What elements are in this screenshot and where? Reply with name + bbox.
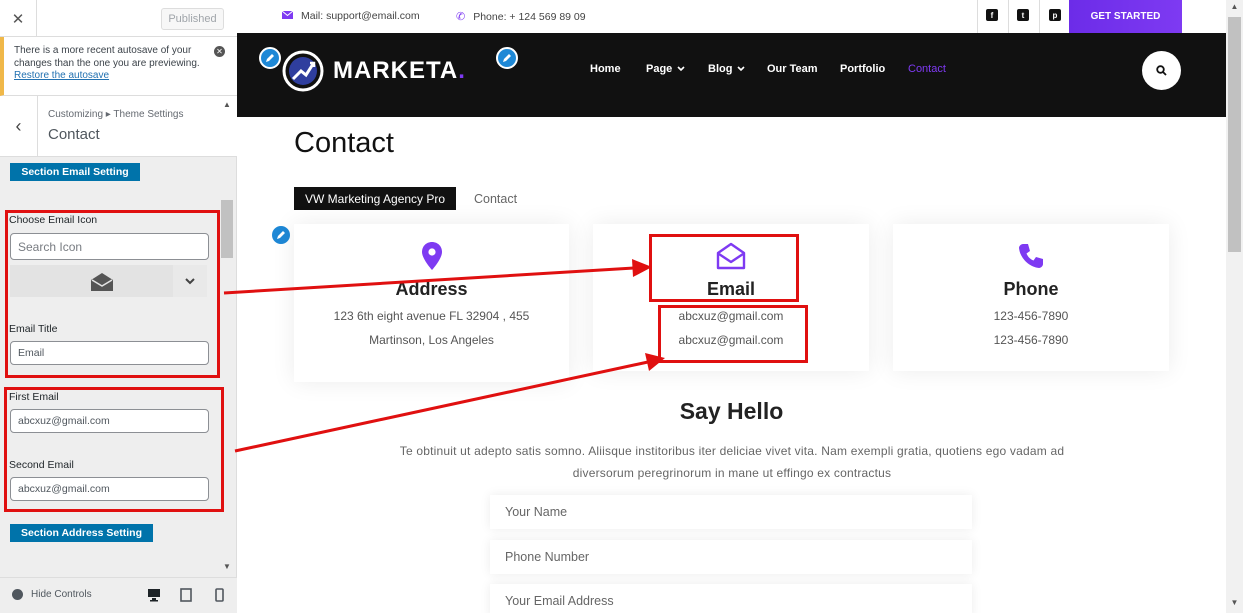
- get-started-button[interactable]: GET STARTED: [1069, 0, 1182, 33]
- breadcrumb-current: Contact: [474, 191, 518, 206]
- twitter-icon[interactable]: t: [1017, 9, 1029, 21]
- nav-page-label: Page: [646, 63, 673, 75]
- search-button[interactable]: [1142, 51, 1181, 90]
- divider: [1008, 0, 1009, 33]
- phone-title: Phone: [1003, 279, 1059, 299]
- site-preview: Mail: support@email.com ✆ Phone: + 124 5…: [237, 0, 1226, 613]
- contact-intro-text: Te obtinuit ut adepto satis somno. Aliis…: [399, 444, 1065, 480]
- page-scrollbar-thumb[interactable]: [1228, 17, 1241, 252]
- nav-home-label: Home: [590, 63, 621, 75]
- highlight-box-emails: [4, 387, 224, 512]
- pinterest-icon[interactable]: p: [1049, 9, 1061, 21]
- nav-our-team-label: Our Team: [767, 63, 818, 75]
- highlight-box-email-title: [649, 234, 799, 302]
- panel-title: Contact: [48, 126, 100, 143]
- facebook-icon[interactable]: f: [986, 9, 998, 21]
- edit-shortcut-icon[interactable]: [259, 47, 281, 69]
- phone-number-field[interactable]: Phone Number: [490, 540, 972, 574]
- breadcrumb: Customizing ▸ Theme Settings: [48, 109, 184, 120]
- collapse-icon: [12, 589, 23, 600]
- section-email-setting-button[interactable]: Section Email Setting: [10, 163, 140, 181]
- autosave-notice: There is a more recent autosave of your …: [0, 37, 237, 96]
- topbar-mail-text: Mail: support@email.com: [301, 10, 420, 22]
- nav-home[interactable]: Home: [590, 63, 621, 75]
- sidebar-footer: Hide Controls: [0, 577, 237, 613]
- topbar: Mail: support@email.com ✆ Phone: + 124 5…: [237, 0, 1226, 33]
- desktop-icon[interactable]: [147, 588, 161, 607]
- mail-icon: [281, 10, 294, 22]
- back-arrow-icon[interactable]: ‹: [0, 96, 38, 157]
- customizer-window: { "sidebar": { "published_label": "Publi…: [0, 0, 1243, 613]
- close-icon[interactable]: ✕: [0, 0, 37, 37]
- tablet-icon[interactable]: [180, 588, 192, 607]
- nav-page[interactable]: Page: [646, 63, 685, 75]
- nav-contact[interactable]: Contact: [908, 63, 946, 75]
- address-line-2: Martinson, Los Angeles: [369, 333, 494, 347]
- say-hello-heading: Say Hello: [679, 398, 784, 424]
- logo-text: MARKETA: [333, 57, 459, 84]
- edit-shortcut-icon[interactable]: [496, 47, 518, 69]
- section-address-setting-button[interactable]: Section Address Setting: [10, 524, 153, 542]
- phone-line-1: 123-456-7890: [993, 309, 1069, 323]
- navbar: MARKETA. Home Page Blog Our Team Portfol…: [237, 33, 1226, 117]
- site-logo[interactable]: MARKETA.: [281, 49, 466, 93]
- phone-icon: ✆: [456, 11, 466, 23]
- name-field[interactable]: Your Name: [490, 495, 972, 529]
- map-pin-icon: [294, 242, 569, 270]
- panel-header: ‹ Customizing ▸ Theme Settings Contact: [0, 96, 237, 157]
- phone-card: Phone 123-456-7890 123-456-7890: [893, 224, 1169, 371]
- address-card: Address 123 6th eight avenue FL 32904 , …: [294, 224, 569, 382]
- mobile-icon[interactable]: [215, 588, 224, 607]
- address-title: Address: [395, 279, 468, 299]
- highlight-box-email-values: [658, 305, 808, 363]
- topbar-phone-text: Phone: + 124 569 89 09: [473, 10, 586, 23]
- search-icon: [1156, 65, 1167, 76]
- published-button[interactable]: Published: [161, 8, 224, 30]
- sidebar-header: ✕ Published: [0, 0, 237, 37]
- hide-controls-label: Hide Controls: [31, 589, 92, 600]
- phone-icon: [893, 242, 1169, 270]
- restore-autosave-link[interactable]: Restore the autosave: [14, 70, 213, 83]
- phone-line-2: 123-456-7890: [993, 333, 1069, 347]
- divider: [977, 0, 978, 33]
- nav-blog-label: Blog: [708, 63, 733, 75]
- nav-contact-label: Contact: [908, 63, 946, 75]
- page-title: Contact: [294, 127, 394, 159]
- nav-our-team[interactable]: Our Team: [767, 63, 818, 75]
- nav-portfolio[interactable]: Portfolio: [840, 63, 885, 75]
- logo-mark-icon: [282, 50, 324, 92]
- chevron-down-icon: [737, 66, 746, 72]
- breadcrumb-home-link[interactable]: VW Marketing Agency Pro: [294, 187, 457, 210]
- hide-controls-button[interactable]: Hide Controls: [12, 589, 92, 600]
- nav-portfolio-label: Portfolio: [840, 63, 886, 75]
- email-address-field[interactable]: Your Email Address: [490, 584, 972, 613]
- nav-blog[interactable]: Blog: [708, 63, 746, 75]
- highlight-box-icon-title: [5, 210, 220, 378]
- scroll-down-arrow-icon[interactable]: ▼: [221, 562, 233, 574]
- sidebar-scrollbar[interactable]: [221, 200, 233, 258]
- topbar-phone: ✆ Phone: + 124 569 89 09: [456, 10, 586, 24]
- dismiss-icon[interactable]: ✕: [214, 46, 225, 57]
- address-line-1: 123 6th eight avenue FL 32904 , 455: [333, 309, 530, 323]
- scroll-up-arrow-icon[interactable]: ▲: [1226, 2, 1243, 16]
- autosave-notice-text: There is a more recent autosave of your …: [14, 45, 200, 69]
- scroll-down-arrow-icon[interactable]: ▼: [1226, 598, 1243, 612]
- edit-shortcut-icon[interactable]: [270, 224, 292, 246]
- customizer-sidebar: ✕ Published There is a more recent autos…: [0, 0, 237, 613]
- scroll-up-arrow-icon[interactable]: ▲: [221, 100, 233, 112]
- chevron-down-icon: [677, 66, 685, 72]
- topbar-mail: Mail: support@email.com: [281, 10, 420, 22]
- divider: [1039, 0, 1040, 33]
- page-scrollbar[interactable]: ▲ ▼: [1226, 0, 1243, 613]
